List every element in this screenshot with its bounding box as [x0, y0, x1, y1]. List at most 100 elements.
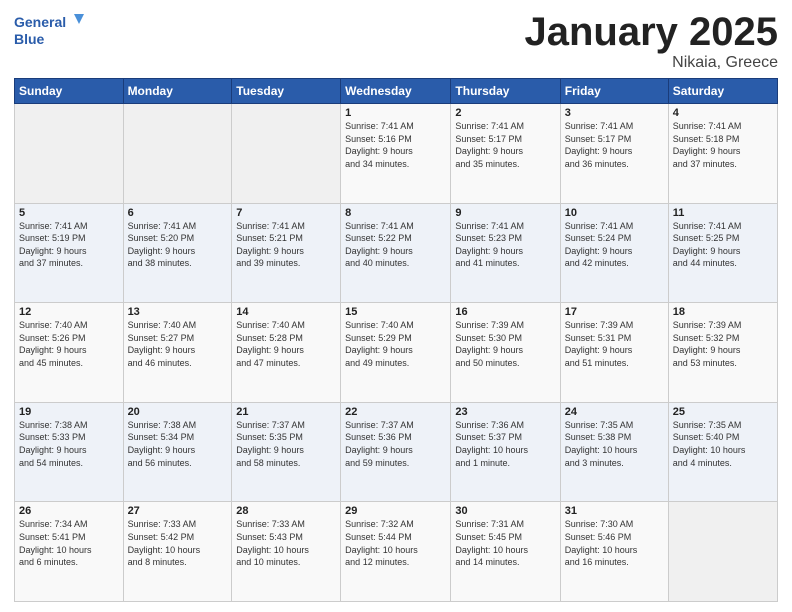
day-number: 2 [455, 107, 555, 119]
day-info: Sunrise: 7:41 AMSunset: 5:24 PMDaylight:… [565, 220, 664, 270]
day-info: Sunrise: 7:41 AMSunset: 5:21 PMDaylight:… [236, 220, 336, 270]
calendar-cell: 11Sunrise: 7:41 AMSunset: 5:25 PMDayligh… [668, 203, 777, 303]
location-subtitle: Nikaia, Greece [524, 54, 778, 72]
day-info: Sunrise: 7:41 AMSunset: 5:23 PMDaylight:… [455, 220, 555, 270]
calendar-cell: 27Sunrise: 7:33 AMSunset: 5:42 PMDayligh… [123, 502, 232, 602]
day-number: 24 [565, 406, 664, 418]
day-header-wednesday: Wednesday [341, 79, 451, 104]
day-info: Sunrise: 7:30 AMSunset: 5:46 PMDaylight:… [565, 518, 664, 568]
calendar-cell: 22Sunrise: 7:37 AMSunset: 5:36 PMDayligh… [341, 402, 451, 502]
svg-text:Blue: Blue [14, 31, 45, 47]
day-info: Sunrise: 7:37 AMSunset: 5:35 PMDaylight:… [236, 419, 336, 469]
day-number: 27 [128, 505, 228, 517]
calendar-cell: 28Sunrise: 7:33 AMSunset: 5:43 PMDayligh… [232, 502, 341, 602]
calendar-cell: 17Sunrise: 7:39 AMSunset: 5:31 PMDayligh… [560, 303, 668, 403]
month-title: January 2025 [524, 10, 778, 54]
day-header-thursday: Thursday [451, 79, 560, 104]
calendar-cell: 29Sunrise: 7:32 AMSunset: 5:44 PMDayligh… [341, 502, 451, 602]
day-number: 12 [19, 306, 119, 318]
day-info: Sunrise: 7:41 AMSunset: 5:22 PMDaylight:… [345, 220, 446, 270]
calendar-cell [15, 104, 124, 204]
day-number: 23 [455, 406, 555, 418]
day-info: Sunrise: 7:36 AMSunset: 5:37 PMDaylight:… [455, 419, 555, 469]
calendar-cell: 16Sunrise: 7:39 AMSunset: 5:30 PMDayligh… [451, 303, 560, 403]
day-info: Sunrise: 7:35 AMSunset: 5:40 PMDaylight:… [673, 419, 773, 469]
day-info: Sunrise: 7:41 AMSunset: 5:16 PMDaylight:… [345, 120, 446, 170]
day-number: 19 [19, 406, 119, 418]
day-number: 18 [673, 306, 773, 318]
calendar-cell: 15Sunrise: 7:40 AMSunset: 5:29 PMDayligh… [341, 303, 451, 403]
calendar-cell: 24Sunrise: 7:35 AMSunset: 5:38 PMDayligh… [560, 402, 668, 502]
day-number: 7 [236, 207, 336, 219]
day-number: 6 [128, 207, 228, 219]
calendar-cell: 6Sunrise: 7:41 AMSunset: 5:20 PMDaylight… [123, 203, 232, 303]
day-info: Sunrise: 7:40 AMSunset: 5:26 PMDaylight:… [19, 319, 119, 369]
day-info: Sunrise: 7:40 AMSunset: 5:29 PMDaylight:… [345, 319, 446, 369]
day-info: Sunrise: 7:41 AMSunset: 5:17 PMDaylight:… [565, 120, 664, 170]
day-info: Sunrise: 7:40 AMSunset: 5:27 PMDaylight:… [128, 319, 228, 369]
calendar-cell: 7Sunrise: 7:41 AMSunset: 5:21 PMDaylight… [232, 203, 341, 303]
calendar-cell: 3Sunrise: 7:41 AMSunset: 5:17 PMDaylight… [560, 104, 668, 204]
title-block: January 2025 Nikaia, Greece [524, 10, 778, 72]
day-info: Sunrise: 7:33 AMSunset: 5:42 PMDaylight:… [128, 518, 228, 568]
calendar-cell [668, 502, 777, 602]
day-info: Sunrise: 7:41 AMSunset: 5:25 PMDaylight:… [673, 220, 773, 270]
day-number: 22 [345, 406, 446, 418]
day-number: 17 [565, 306, 664, 318]
day-number: 25 [673, 406, 773, 418]
calendar-cell [232, 104, 341, 204]
calendar-cell: 30Sunrise: 7:31 AMSunset: 5:45 PMDayligh… [451, 502, 560, 602]
day-number: 3 [565, 107, 664, 119]
day-number: 20 [128, 406, 228, 418]
day-number: 21 [236, 406, 336, 418]
day-number: 30 [455, 505, 555, 517]
day-info: Sunrise: 7:34 AMSunset: 5:41 PMDaylight:… [19, 518, 119, 568]
calendar-cell: 4Sunrise: 7:41 AMSunset: 5:18 PMDaylight… [668, 104, 777, 204]
day-info: Sunrise: 7:39 AMSunset: 5:30 PMDaylight:… [455, 319, 555, 369]
day-header-tuesday: Tuesday [232, 79, 341, 104]
day-info: Sunrise: 7:31 AMSunset: 5:45 PMDaylight:… [455, 518, 555, 568]
calendar-cell: 21Sunrise: 7:37 AMSunset: 5:35 PMDayligh… [232, 402, 341, 502]
calendar-cell: 19Sunrise: 7:38 AMSunset: 5:33 PMDayligh… [15, 402, 124, 502]
calendar-cell: 10Sunrise: 7:41 AMSunset: 5:24 PMDayligh… [560, 203, 668, 303]
day-number: 14 [236, 306, 336, 318]
calendar-cell: 13Sunrise: 7:40 AMSunset: 5:27 PMDayligh… [123, 303, 232, 403]
day-info: Sunrise: 7:41 AMSunset: 5:18 PMDaylight:… [673, 120, 773, 170]
calendar-cell: 31Sunrise: 7:30 AMSunset: 5:46 PMDayligh… [560, 502, 668, 602]
calendar-cell [123, 104, 232, 204]
calendar-cell: 14Sunrise: 7:40 AMSunset: 5:28 PMDayligh… [232, 303, 341, 403]
day-number: 9 [455, 207, 555, 219]
day-info: Sunrise: 7:32 AMSunset: 5:44 PMDaylight:… [345, 518, 446, 568]
calendar-cell: 23Sunrise: 7:36 AMSunset: 5:37 PMDayligh… [451, 402, 560, 502]
calendar-cell: 12Sunrise: 7:40 AMSunset: 5:26 PMDayligh… [15, 303, 124, 403]
calendar-table: SundayMondayTuesdayWednesdayThursdayFrid… [14, 78, 778, 602]
day-header-monday: Monday [123, 79, 232, 104]
logo: General Blue [14, 10, 84, 50]
calendar-cell: 9Sunrise: 7:41 AMSunset: 5:23 PMDaylight… [451, 203, 560, 303]
calendar-cell: 5Sunrise: 7:41 AMSunset: 5:19 PMDaylight… [15, 203, 124, 303]
calendar-cell: 18Sunrise: 7:39 AMSunset: 5:32 PMDayligh… [668, 303, 777, 403]
day-header-sunday: Sunday [15, 79, 124, 104]
day-info: Sunrise: 7:33 AMSunset: 5:43 PMDaylight:… [236, 518, 336, 568]
day-info: Sunrise: 7:37 AMSunset: 5:36 PMDaylight:… [345, 419, 446, 469]
day-number: 28 [236, 505, 336, 517]
day-number: 29 [345, 505, 446, 517]
day-header-friday: Friday [560, 79, 668, 104]
day-number: 31 [565, 505, 664, 517]
day-number: 11 [673, 207, 773, 219]
day-info: Sunrise: 7:40 AMSunset: 5:28 PMDaylight:… [236, 319, 336, 369]
day-number: 10 [565, 207, 664, 219]
day-number: 4 [673, 107, 773, 119]
day-info: Sunrise: 7:38 AMSunset: 5:33 PMDaylight:… [19, 419, 119, 469]
day-number: 15 [345, 306, 446, 318]
day-number: 16 [455, 306, 555, 318]
day-info: Sunrise: 7:41 AMSunset: 5:20 PMDaylight:… [128, 220, 228, 270]
calendar-cell: 8Sunrise: 7:41 AMSunset: 5:22 PMDaylight… [341, 203, 451, 303]
day-info: Sunrise: 7:41 AMSunset: 5:17 PMDaylight:… [455, 120, 555, 170]
day-header-saturday: Saturday [668, 79, 777, 104]
day-number: 13 [128, 306, 228, 318]
calendar-cell: 26Sunrise: 7:34 AMSunset: 5:41 PMDayligh… [15, 502, 124, 602]
calendar-cell: 25Sunrise: 7:35 AMSunset: 5:40 PMDayligh… [668, 402, 777, 502]
day-number: 5 [19, 207, 119, 219]
svg-text:General: General [14, 14, 66, 30]
